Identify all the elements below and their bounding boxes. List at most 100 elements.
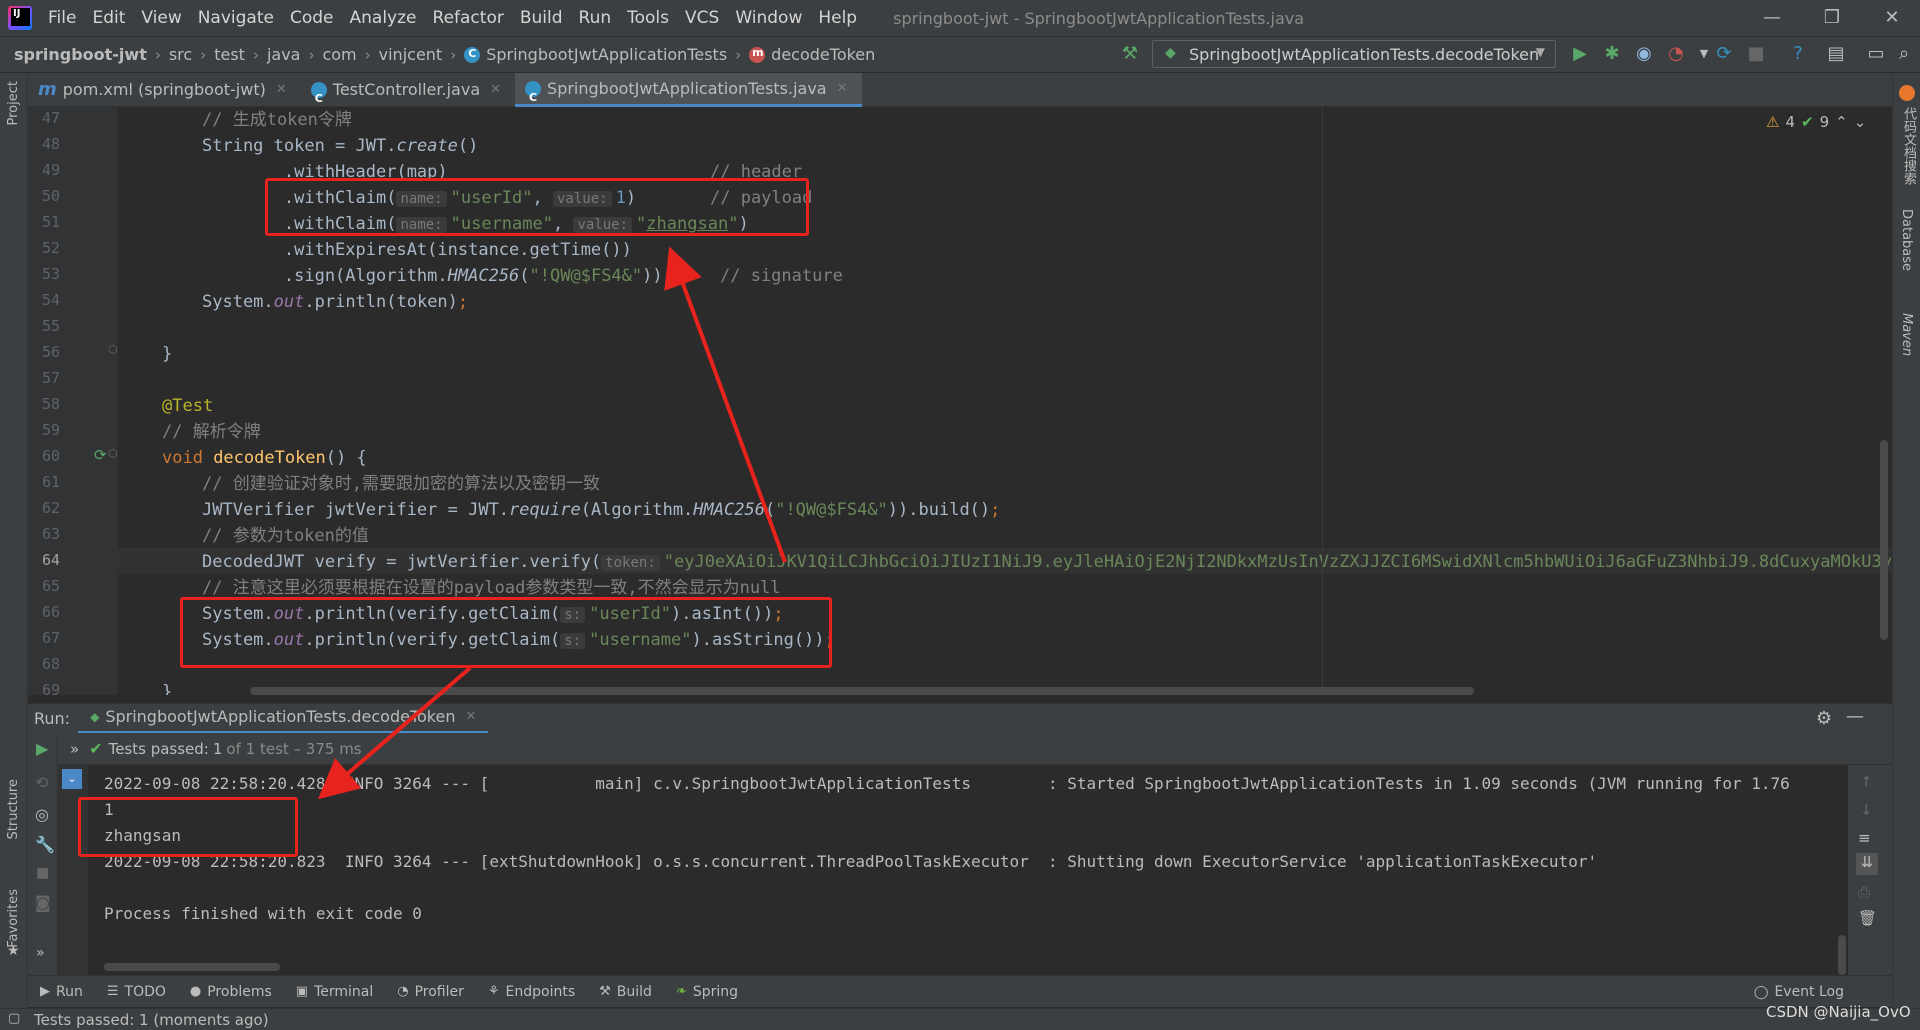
- problems-tool-button[interactable]: ● Problems: [190, 984, 272, 1000]
- close-icon[interactable]: ✕: [465, 702, 476, 732]
- breadcrumb-java[interactable]: java: [267, 45, 301, 64]
- scroll-to-end-icon[interactable]: ⇊: [1856, 853, 1878, 875]
- build-tool-button[interactable]: ⚒ Build: [599, 984, 652, 1000]
- breadcrumb-test[interactable]: test: [214, 45, 245, 64]
- menu-file[interactable]: File: [40, 0, 84, 36]
- tab-pom-xml[interactable]: m pom.xml (springboot-jwt) ✕: [28, 73, 301, 107]
- menu-help[interactable]: Help: [810, 0, 865, 36]
- event-log-tool-button[interactable]: ◯ Event Log: [1754, 984, 1844, 1000]
- soft-wrap-icon[interactable]: ≡: [1858, 829, 1871, 847]
- layout-icon[interactable]: ▭: [1864, 42, 1888, 66]
- run-tab-label: SpringbootJwtApplicationTests.decodeToke…: [105, 707, 456, 726]
- breadcrumb-vinjcent[interactable]: vinjcent: [379, 45, 443, 64]
- breadcrumb-src[interactable]: src: [169, 45, 192, 64]
- menu-view[interactable]: View: [133, 0, 189, 36]
- chevron-down-icon[interactable]: ⌄: [1854, 113, 1867, 131]
- project-tool-button[interactable]: Project: [6, 81, 21, 125]
- print-icon[interactable]: ⎙: [1858, 883, 1870, 901]
- menu-window[interactable]: Window: [727, 0, 810, 36]
- update-icon[interactable]: ⟳: [1712, 42, 1736, 66]
- menu-edit[interactable]: Edit: [84, 0, 133, 36]
- help-icon[interactable]: ?: [1786, 42, 1810, 66]
- line-number: 64: [41, 551, 60, 569]
- rerun-failed-icon[interactable]: ⟲: [35, 773, 48, 792]
- event-log-icon: ◯: [1753, 984, 1769, 1000]
- run-configuration-select[interactable]: ◆ SpringbootJwtApplicationTests.decodeTo…: [1152, 40, 1556, 68]
- run-test-gutter-icon[interactable]: ⟳: [94, 446, 107, 464]
- console-output[interactable]: 2022-09-08 22:58:20.428 INFO 3264 --- [ …: [88, 765, 1848, 975]
- tool-label: Spring: [692, 983, 739, 1000]
- expand-tree-icon[interactable]: »: [70, 740, 79, 758]
- minimize-icon[interactable]: —: [1744, 0, 1800, 36]
- camera-icon[interactable]: ◙: [35, 893, 51, 912]
- breadcrumb-class[interactable]: SpringbootJwtApplicationTests: [486, 45, 727, 64]
- structure-tool-button[interactable]: Structure: [6, 779, 21, 839]
- menu-run[interactable]: Run: [571, 0, 620, 36]
- wrench-icon[interactable]: 🔧: [35, 835, 55, 854]
- todo-tool-button[interactable]: ☰ TODO: [107, 984, 166, 1000]
- rerun-icon[interactable]: ▶: [36, 739, 48, 758]
- editor-vertical-scrollbar[interactable]: [1880, 440, 1888, 640]
- search-icon[interactable]: ⌕: [1892, 42, 1916, 66]
- tab-testcontroller[interactable]: TestController.java ✕: [301, 73, 515, 116]
- chevron-up-icon[interactable]: ⌃: [1835, 113, 1848, 131]
- line-number: 51: [41, 213, 60, 231]
- scroll-down-icon[interactable]: ⌄: [62, 769, 82, 789]
- build-hammer-icon[interactable]: ⚒: [1118, 42, 1142, 66]
- fold-icon[interactable]: ⬡: [108, 447, 118, 460]
- project-structure-icon[interactable]: ▤: [1824, 42, 1848, 66]
- line-number: 54: [41, 291, 60, 309]
- doc-search-tool-button[interactable]: 代码文档搜索: [1899, 107, 1918, 185]
- play-icon: ▶: [40, 984, 50, 999]
- breadcrumb-method[interactable]: decodeToken: [771, 45, 875, 64]
- run-tool-button[interactable]: ▶ Run: [40, 984, 83, 1000]
- right-margin-guide: [1322, 107, 1323, 695]
- breadcrumb-com[interactable]: com: [322, 45, 356, 64]
- tab-springbootjwtapplicationtests[interactable]: SpringbootJwtApplicationTests.java ✕: [515, 72, 862, 115]
- up-arrow-icon[interactable]: ↑: [1860, 773, 1873, 791]
- inspection-widget[interactable]: ⚠ 4 ✔ 9 ⌃ ⌄: [1766, 113, 1866, 131]
- fold-icon[interactable]: ⬡: [108, 343, 118, 356]
- endpoints-tool-button[interactable]: ⚘ Endpoints: [488, 984, 575, 1000]
- terminal-tool-button[interactable]: ▣ Terminal: [296, 984, 373, 1000]
- menu-tools[interactable]: Tools: [619, 0, 677, 36]
- spring-tool-button[interactable]: ❧ Spring: [676, 984, 738, 1000]
- menu-code[interactable]: Code: [282, 0, 342, 36]
- stop-icon[interactable]: ■: [36, 865, 49, 881]
- debug-icon[interactable]: ✱: [1600, 42, 1624, 66]
- stop-icon[interactable]: ■: [1744, 42, 1768, 66]
- close-icon[interactable]: ✕: [276, 73, 287, 107]
- menu-vcs[interactable]: VCS: [677, 0, 727, 36]
- database-tool-button[interactable]: Database: [1899, 209, 1914, 271]
- menu-build[interactable]: Build: [512, 0, 571, 36]
- toggle-auto-test-icon[interactable]: ◎: [35, 805, 49, 824]
- profile-icon[interactable]: ◔: [1664, 42, 1688, 66]
- menu-refactor[interactable]: Refactor: [425, 0, 512, 36]
- maven-tool-button[interactable]: Maven: [1899, 313, 1914, 356]
- status-frame-icon[interactable]: ▢: [8, 1011, 20, 1026]
- profiler-tool-button[interactable]: ◔ Profiler: [397, 984, 464, 1000]
- close-window-icon[interactable]: ✕: [1864, 0, 1920, 36]
- breadcrumb-project[interactable]: springboot-jwt: [14, 45, 147, 64]
- favorites-tool-button[interactable]: Favorites: [6, 889, 21, 948]
- expand-more-icon[interactable]: »: [36, 945, 45, 961]
- run-tab[interactable]: ◆ SpringbootJwtApplicationTests.decodeTo…: [78, 702, 489, 734]
- run-icon[interactable]: ▶: [1568, 42, 1592, 66]
- console-line: Process finished with exit code 0: [104, 904, 422, 923]
- trash-icon[interactable]: 🗑: [1858, 909, 1877, 927]
- down-arrow-icon[interactable]: ↓: [1860, 801, 1873, 819]
- coverage-icon[interactable]: ◉: [1632, 42, 1656, 66]
- menu-navigate[interactable]: Navigate: [190, 0, 282, 36]
- hide-panel-icon[interactable]: —: [1846, 706, 1864, 727]
- close-icon[interactable]: ✕: [837, 72, 848, 106]
- code-line-69: }: [162, 682, 173, 695]
- close-icon[interactable]: ✕: [490, 73, 501, 107]
- console-vertical-scrollbar[interactable]: [1838, 935, 1846, 975]
- restore-icon[interactable]: ❐: [1804, 0, 1860, 36]
- info-icon: ●: [189, 984, 202, 999]
- console-horizontal-scrollbar[interactable]: [104, 963, 280, 971]
- editor-horizontal-scrollbar[interactable]: [250, 687, 1474, 695]
- settings-gear-icon[interactable]: ⚙: [1816, 708, 1832, 729]
- menu-analyze[interactable]: Analyze: [342, 0, 425, 36]
- chevron-down-icon: ▼: [1535, 45, 1545, 59]
